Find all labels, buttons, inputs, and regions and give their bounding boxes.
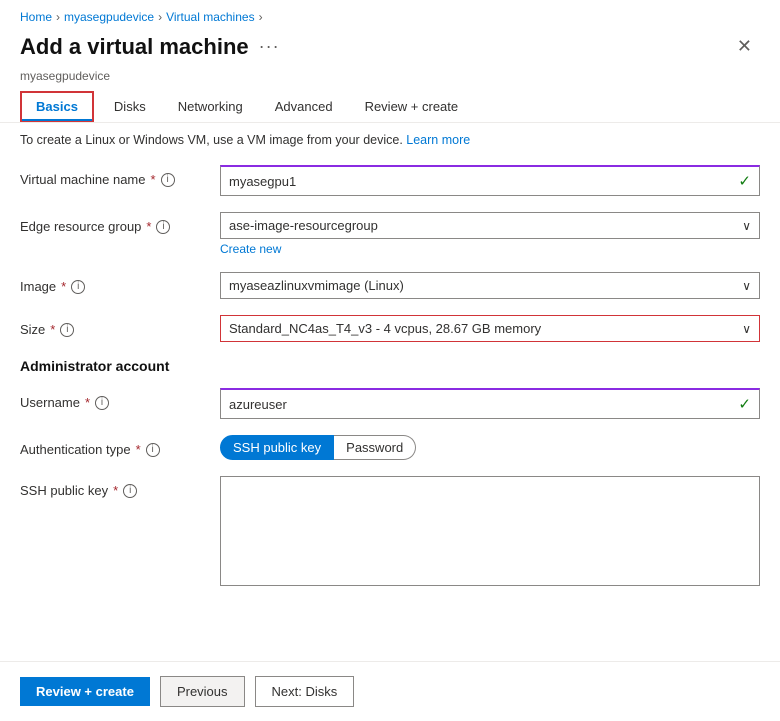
- breadcrumb-device[interactable]: myasegpudevice: [64, 10, 154, 24]
- image-label: Image * i: [20, 272, 220, 294]
- header-subtitle: myasegpudevice: [0, 69, 780, 91]
- username-control: ✓: [220, 388, 760, 419]
- username-input-wrapper: ✓: [220, 388, 760, 419]
- size-chevron-icon: ∨: [742, 322, 751, 336]
- image-info-icon[interactable]: i: [71, 280, 85, 294]
- image-chevron-icon: ∨: [742, 279, 751, 293]
- vm-name-row: Virtual machine name * i ✓: [20, 165, 760, 196]
- breadcrumb-vms[interactable]: Virtual machines: [166, 10, 255, 24]
- tab-advanced[interactable]: Advanced: [259, 91, 349, 122]
- admin-account-section-title: Administrator account: [20, 358, 760, 374]
- username-input[interactable]: [229, 397, 732, 412]
- vm-name-label: Virtual machine name * i: [20, 165, 220, 187]
- breadcrumb: Home › myasegpudevice › Virtual machines…: [0, 0, 780, 28]
- size-dropdown[interactable]: Standard_NC4as_T4_v3 - 4 vcpus, 28.67 GB…: [220, 315, 760, 342]
- edge-resource-group-control: ase-image-resourcegroup ∨ Create new: [220, 212, 760, 256]
- info-bar: To create a Linux or Windows VM, use a V…: [0, 123, 780, 157]
- learn-more-link[interactable]: Learn more: [406, 133, 470, 147]
- vm-name-info-icon[interactable]: i: [161, 173, 175, 187]
- tab-review-create[interactable]: Review + create: [349, 91, 475, 122]
- page-title: Add a virtual machine: [20, 34, 249, 60]
- auth-type-toggle: SSH public key Password: [220, 435, 760, 460]
- previous-button[interactable]: Previous: [160, 676, 245, 707]
- auth-type-label: Authentication type * i: [20, 435, 220, 457]
- image-control: myaseazlinuxvmimage (Linux) ∨: [220, 272, 760, 299]
- footer: Review + create Previous Next: Disks: [0, 661, 780, 721]
- ssh-key-info-icon[interactable]: i: [123, 484, 137, 498]
- breadcrumb-home[interactable]: Home: [20, 10, 52, 24]
- auth-type-control: SSH public key Password: [220, 435, 760, 460]
- vm-name-input-wrapper: ✓: [220, 165, 760, 196]
- auth-type-info-icon[interactable]: i: [146, 443, 160, 457]
- ssh-key-control: [220, 476, 760, 589]
- close-button[interactable]: ✕: [729, 32, 760, 61]
- vm-name-valid-icon: ✓: [738, 172, 751, 190]
- size-info-icon[interactable]: i: [60, 323, 74, 337]
- size-label: Size * i: [20, 315, 220, 337]
- tab-basics[interactable]: Basics: [20, 91, 94, 122]
- auth-password-button[interactable]: Password: [334, 435, 416, 460]
- auth-ssh-key-button[interactable]: SSH public key: [220, 435, 334, 460]
- create-new-resource-group-link[interactable]: Create new: [220, 242, 281, 256]
- tabs-bar: Basics Disks Networking Advanced Review …: [0, 91, 780, 123]
- tab-disks[interactable]: Disks: [98, 91, 162, 122]
- ssh-key-textarea[interactable]: [220, 476, 760, 586]
- username-label: Username * i: [20, 388, 220, 410]
- vm-name-control: ✓: [220, 165, 760, 196]
- vm-name-input[interactable]: [229, 174, 732, 189]
- review-create-button[interactable]: Review + create: [20, 677, 150, 706]
- username-row: Username * i ✓: [20, 388, 760, 419]
- more-options-button[interactable]: ···: [259, 36, 280, 57]
- ssh-key-label: SSH public key * i: [20, 476, 220, 498]
- image-row: Image * i myaseazlinuxvmimage (Linux) ∨: [20, 272, 760, 299]
- edge-resource-group-row: Edge resource group * i ase-image-resour…: [20, 212, 760, 256]
- ssh-key-row: SSH public key * i: [20, 476, 760, 589]
- next-disks-button[interactable]: Next: Disks: [255, 676, 355, 707]
- edge-resource-group-label: Edge resource group * i: [20, 212, 220, 234]
- tab-networking[interactable]: Networking: [162, 91, 259, 122]
- username-info-icon[interactable]: i: [95, 396, 109, 410]
- page-header: Add a virtual machine ··· ✕: [0, 28, 780, 69]
- image-dropdown[interactable]: myaseazlinuxvmimage (Linux) ∨: [220, 272, 760, 299]
- username-valid-icon: ✓: [738, 395, 751, 413]
- size-control: Standard_NC4as_T4_v3 - 4 vcpus, 28.67 GB…: [220, 315, 760, 342]
- edge-resource-group-chevron-icon: ∨: [742, 219, 751, 233]
- size-row: Size * i Standard_NC4as_T4_v3 - 4 vcpus,…: [20, 315, 760, 342]
- edge-resource-group-info-icon[interactable]: i: [156, 220, 170, 234]
- form-body: Virtual machine name * i ✓ Edge resource…: [0, 157, 780, 661]
- auth-type-row: Authentication type * i SSH public key P…: [20, 435, 760, 460]
- edge-resource-group-dropdown[interactable]: ase-image-resourcegroup ∨: [220, 212, 760, 239]
